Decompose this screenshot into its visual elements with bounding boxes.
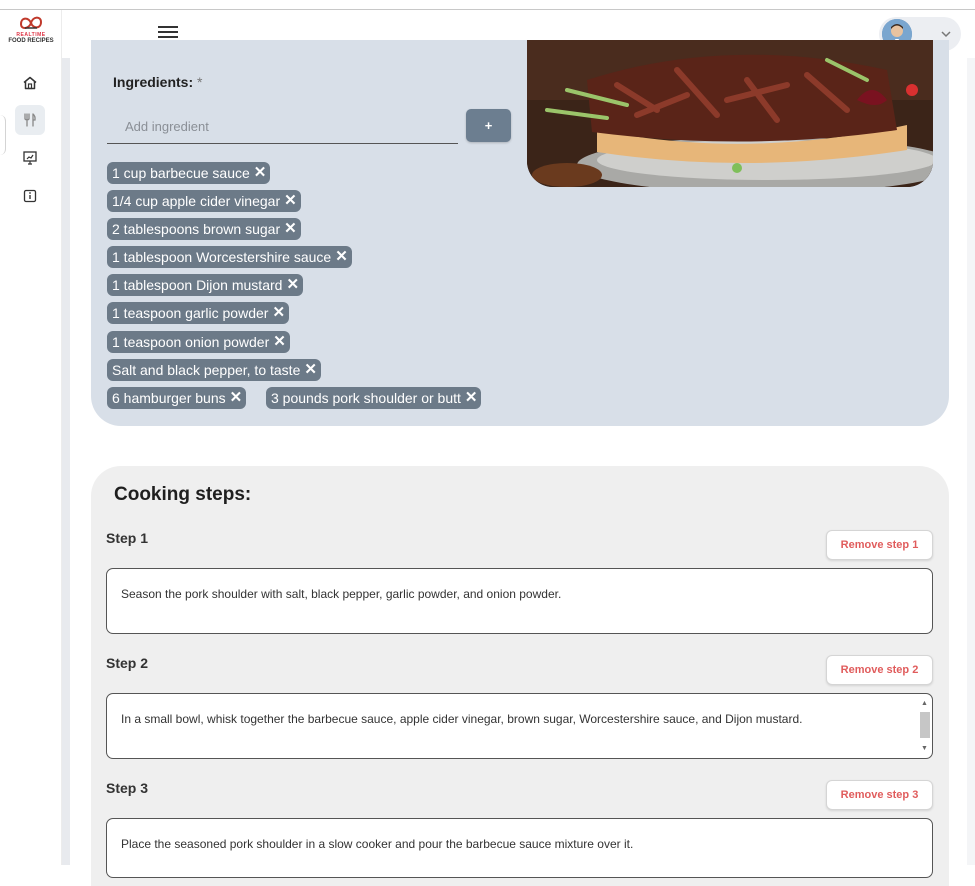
ingredient-chip: 6 hamburger buns ✕ xyxy=(107,387,247,409)
textarea-scrollbar[interactable]: ▲ ▼ xyxy=(919,698,930,754)
scroll-up-icon[interactable]: ▲ xyxy=(921,700,928,707)
sidebar: REALTIME FOOD RECIPES xyxy=(0,10,62,865)
step-label: Step 3 xyxy=(106,780,149,796)
remove-chip-icon[interactable]: ✕ xyxy=(272,302,285,324)
remove-chip-icon[interactable]: ✕ xyxy=(286,274,299,296)
remove-chip-icon[interactable]: ✕ xyxy=(284,218,297,240)
remove-step-button[interactable]: Remove step 3 xyxy=(826,780,933,810)
brand-logo[interactable]: REALTIME FOOD RECIPES xyxy=(6,14,56,62)
step-textarea[interactable]: Place the seasoned pork shoulder in a sl… xyxy=(106,818,933,878)
ingredient-chip: 1/4 cup apple cider vinegar ✕ xyxy=(107,190,301,212)
right-edge xyxy=(967,58,975,865)
chevron-down-icon xyxy=(941,31,951,38)
ingredient-chip: 1 cup barbecue sauce ✕ xyxy=(107,162,271,184)
remove-chip-icon[interactable]: ✕ xyxy=(284,190,297,212)
ingredient-chip: 3 pounds pork shoulder or butt ✕ xyxy=(266,387,482,409)
ingredient-chip-label: 1 teaspoon onion powder xyxy=(112,334,270,350)
ingredient-chip: 1 tablespoon Worcestershire sauce ✕ xyxy=(107,246,352,268)
remove-chip-icon[interactable]: ✕ xyxy=(465,387,478,409)
utensils-icon xyxy=(24,113,36,127)
ingredient-chip: 1 teaspoon garlic powder ✕ xyxy=(107,302,290,324)
recipe-image xyxy=(527,40,933,187)
presentation-icon xyxy=(23,151,37,165)
sidebar-item-presentation[interactable] xyxy=(15,143,45,173)
remove-chip-icon[interactable]: ✕ xyxy=(335,246,348,268)
step-text: Season the pork shoulder with salt, blac… xyxy=(121,587,562,601)
remove-chip-icon[interactable]: ✕ xyxy=(273,331,286,353)
remove-chip-icon[interactable]: ✕ xyxy=(230,387,243,409)
sidebar-item-home[interactable] xyxy=(15,68,45,98)
sidebar-item-recipes[interactable] xyxy=(15,105,45,135)
step-label: Step 2 xyxy=(106,655,149,671)
scroll-down-icon[interactable]: ▼ xyxy=(921,745,928,752)
ingredients-label-text: Ingredients: xyxy=(113,74,194,90)
logo-mark-icon xyxy=(19,16,43,29)
remove-step-button[interactable]: Remove step 2 xyxy=(826,655,933,685)
step-text: Place the seasoned pork shoulder in a sl… xyxy=(121,837,634,851)
ingredient-chip: 1 tablespoon Dijon mustard ✕ xyxy=(107,274,304,296)
sidebar-collapse-handle[interactable] xyxy=(0,115,6,155)
ingredient-chip-label: Salt and black pepper, to taste xyxy=(112,362,301,378)
ingredient-chip-label: 3 pounds pork shoulder or butt xyxy=(271,390,461,406)
required-mark: * xyxy=(197,74,203,90)
ingredient-chip-label: 1 tablespoon Worcestershire sauce xyxy=(112,249,332,265)
step-textarea[interactable]: In a small bowl, whisk together the barb… xyxy=(106,693,933,759)
ingredient-chip-label: 2 tablespoons brown sugar xyxy=(112,221,281,237)
step-text: In a small bowl, whisk together the barb… xyxy=(121,712,803,726)
home-icon xyxy=(23,76,37,90)
step-label: Step 1 xyxy=(106,530,149,546)
step-textarea[interactable]: Season the pork shoulder with salt, blac… xyxy=(106,568,933,634)
sidebar-item-info[interactable] xyxy=(15,181,45,211)
ingredient-chip-label: 6 hamburger buns xyxy=(112,390,226,406)
remove-step-button[interactable]: Remove step 1 xyxy=(826,530,933,560)
ingredient-chip-label: 1 cup barbecue sauce xyxy=(112,165,250,181)
remove-chip-icon[interactable]: ✕ xyxy=(304,359,317,381)
ingredient-chip-label: 1 teaspoon garlic powder xyxy=(112,305,269,321)
info-icon xyxy=(23,189,37,203)
add-ingredient-input[interactable] xyxy=(107,110,458,144)
remove-chip-icon[interactable]: ✕ xyxy=(254,162,267,184)
ingredient-chip: Salt and black pepper, to taste ✕ xyxy=(107,359,321,381)
ingredients-label: Ingredients: * xyxy=(113,74,202,90)
ingredient-chip: 1 teaspoon onion powder ✕ xyxy=(107,331,290,353)
ingredient-chip: 2 tablespoons brown sugar ✕ xyxy=(107,218,301,240)
cooking-steps-title: Cooking steps: xyxy=(114,484,252,505)
add-ingredient-button[interactable]: + xyxy=(466,109,511,142)
brand-line2: FOOD RECIPES xyxy=(8,38,54,44)
ingredient-chip-label: 1/4 cup apple cider vinegar xyxy=(112,193,281,209)
content-gutter xyxy=(62,58,70,865)
scrollbar-thumb[interactable] xyxy=(920,712,930,738)
ingredient-chip-label: 1 tablespoon Dijon mustard xyxy=(112,277,283,293)
